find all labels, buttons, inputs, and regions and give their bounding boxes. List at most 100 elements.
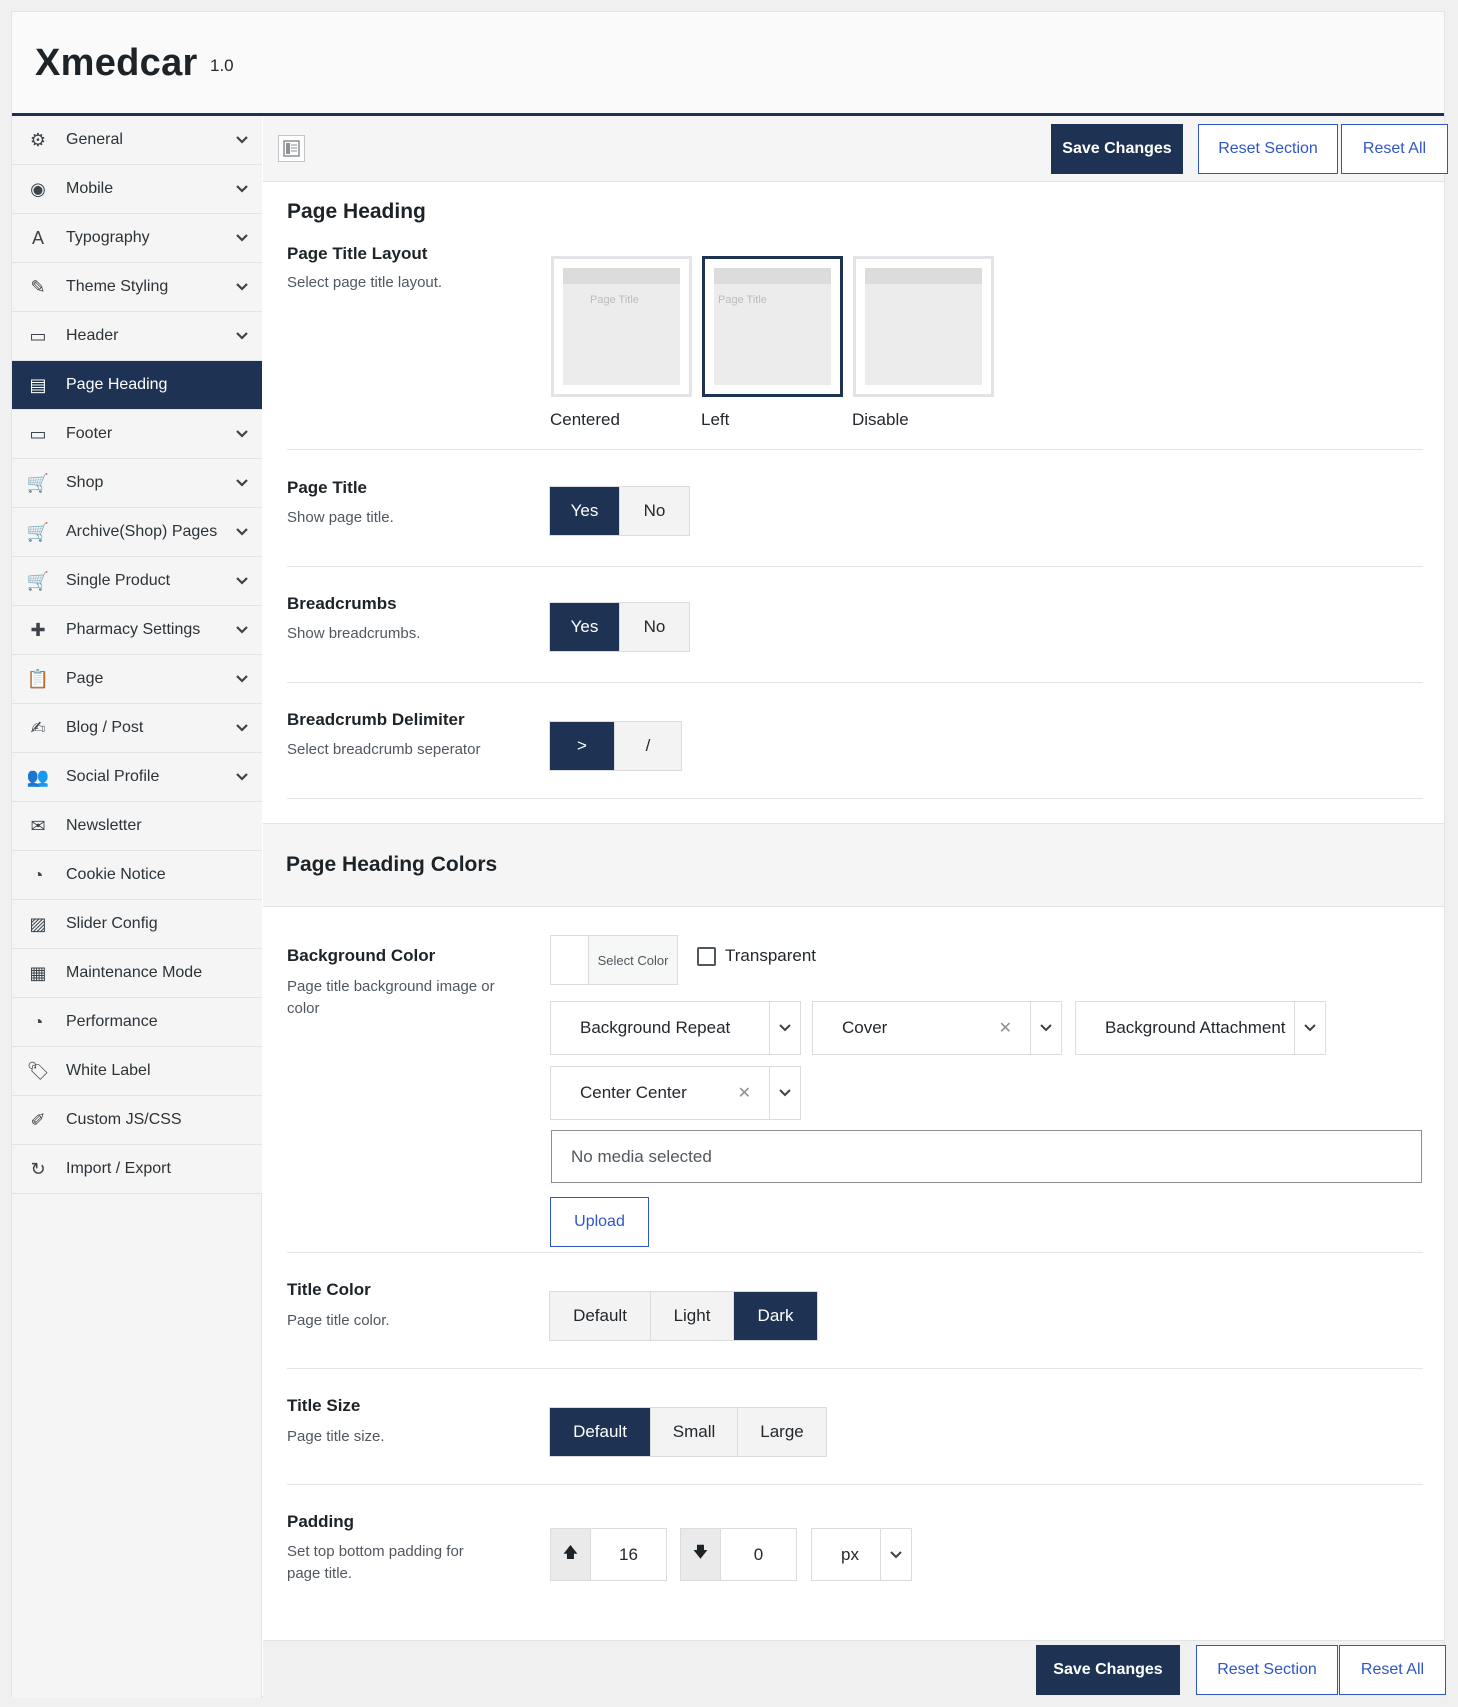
sidebar-item-import-export[interactable]: ↻ Import / Export: [12, 1145, 262, 1194]
title-size-default-option[interactable]: Default: [550, 1408, 651, 1456]
field-desc-title-size: Page title size.: [287, 1428, 385, 1445]
app-version: 1.0: [210, 56, 234, 75]
sidebar-item-header[interactable]: ▭ Header: [12, 312, 262, 361]
sidebar-item-white-label[interactable]: 🏷 White Label: [12, 1047, 262, 1096]
toolbar-top: Save Changes Reset Section Reset All: [263, 116, 1448, 182]
sidebar-item-label: Import / Export: [66, 1160, 171, 1177]
chevron-down-icon: [236, 626, 248, 634]
sidebar-item-slider-config[interactable]: ▨ Slider Config: [12, 900, 262, 949]
sidebar-item-page-heading[interactable]: ▤ Page Heading: [12, 361, 262, 410]
chevron-down-icon: [880, 1529, 911, 1580]
chevron-down-icon: [236, 577, 248, 585]
media-url-input[interactable]: No media selected: [551, 1130, 1422, 1183]
chevron-down-icon: [236, 430, 248, 438]
title-color-dark-option[interactable]: Dark: [734, 1292, 817, 1340]
sidebar-item-footer[interactable]: ▭ Footer: [12, 410, 262, 459]
transparent-checkbox-row: Transparent: [697, 946, 816, 966]
sidebar-item-social-profile[interactable]: 👥 Social Profile: [12, 753, 262, 802]
field-title-page-title: Page Title: [287, 478, 367, 497]
reset-all-button[interactable]: Reset All: [1339, 1645, 1446, 1695]
sidebar-item-mobile[interactable]: ◉ Mobile: [12, 165, 262, 214]
background-repeat-select[interactable]: Background Repeat: [550, 1001, 801, 1055]
expand-toggle-icon[interactable]: [278, 135, 305, 162]
sidebar-item-archive-shop-pages[interactable]: 🛒 Archive(Shop) Pages: [12, 508, 262, 557]
transparent-checkbox[interactable]: [697, 946, 716, 966]
clear-icon[interactable]: ✕: [738, 1083, 751, 1103]
layout-option-centered[interactable]: Page Title: [551, 256, 692, 397]
sidebar-item-page[interactable]: 📋 Page: [12, 655, 262, 704]
divider: [287, 1484, 1423, 1485]
sidebar-item-cookie-notice[interactable]: ◔ Cookie Notice: [12, 851, 262, 900]
delimiter-slash-option[interactable]: /: [615, 722, 681, 770]
clear-icon[interactable]: ✕: [999, 1018, 1012, 1038]
save-changes-button[interactable]: Save Changes: [1051, 124, 1183, 174]
sidebar-item-pharmacy-settings[interactable]: ✚ Pharmacy Settings: [12, 606, 262, 655]
reset-all-button[interactable]: Reset All: [1341, 124, 1448, 174]
layout-preview-text: Page Title: [718, 294, 767, 306]
sidebar-item-label: Header: [66, 327, 119, 344]
sidebar-item-newsletter[interactable]: ✉ Newsletter: [12, 802, 262, 851]
main-content: Save Changes Reset Section Reset All Pag…: [263, 116, 1448, 1698]
breadcrumbs-no-option[interactable]: No: [620, 603, 689, 651]
padding-unit-select[interactable]: px: [811, 1528, 912, 1581]
clipboard-icon: 📋: [26, 668, 50, 689]
chevron-down-icon: [236, 283, 248, 291]
reset-section-button[interactable]: Reset Section: [1196, 1645, 1338, 1695]
sidebar-item-label: Maintenance Mode: [66, 964, 203, 981]
users-icon: 👥: [26, 766, 50, 787]
footer-icon: ▭: [29, 423, 47, 444]
title-size-large-option[interactable]: Large: [738, 1408, 826, 1456]
background-position-select[interactable]: Center Center ✕: [550, 1066, 801, 1120]
layout-option-left[interactable]: Page Title: [702, 256, 843, 397]
sidebar-item-general[interactable]: ⚙ General: [12, 116, 262, 165]
delimiter-gt-option[interactable]: >: [550, 722, 615, 770]
sidebar-item-theme-styling[interactable]: ✎ Theme Styling: [12, 263, 262, 312]
chevron-down-icon: [1030, 1002, 1061, 1054]
breadcrumbs-yes-option[interactable]: Yes: [550, 603, 620, 651]
layout-option-disable[interactable]: [853, 256, 994, 397]
title-size-small-option[interactable]: Small: [651, 1408, 738, 1456]
refresh-icon: ↻: [30, 1158, 46, 1179]
layout-caption-left: Left: [701, 410, 730, 429]
cart-icon: 🛒: [26, 570, 50, 591]
envelope-icon: ✉: [30, 815, 46, 836]
image-icon: ▨: [29, 913, 47, 934]
chevron-down-icon: [236, 724, 248, 732]
sidebar-item-performance[interactable]: ◔ Performance: [12, 998, 262, 1047]
sidebar-item-label: Performance: [66, 1013, 158, 1030]
upload-button[interactable]: Upload: [550, 1197, 649, 1247]
field-desc-padding: Set top bottom padding for page title.: [287, 1543, 464, 1582]
title-color-light-option[interactable]: Light: [651, 1292, 734, 1340]
sidebar-item-blog-post[interactable]: ✍ Blog / Post: [12, 704, 262, 753]
padding-top-input[interactable]: 🡅 16: [550, 1528, 667, 1581]
padding-bottom-input[interactable]: 🡇 0: [680, 1528, 797, 1581]
field-desc-delimiter: Select breadcrumb seperator: [287, 741, 481, 758]
sidebar-item-label: Cookie Notice: [66, 866, 166, 883]
background-position-value: Center Center: [580, 1083, 687, 1102]
page-title-no-option[interactable]: No: [620, 487, 689, 535]
background-size-select[interactable]: Cover ✕: [812, 1001, 1062, 1055]
sidebar-item-label: Single Product: [66, 572, 171, 589]
field-desc-page-title: Show page title.: [287, 509, 394, 526]
sidebar-item-maintenance-mode[interactable]: ▦ Maintenance Mode: [12, 949, 262, 998]
reset-section-button[interactable]: Reset Section: [1198, 124, 1338, 174]
divider: [287, 682, 1423, 683]
sidebar-item-label: General: [66, 131, 123, 148]
sidebar-item-label: Mobile: [66, 180, 114, 197]
sidebar-item-typography[interactable]: A Typography: [12, 214, 262, 263]
title-color-default-option[interactable]: Default: [550, 1292, 651, 1340]
background-attachment-select[interactable]: Background Attachment: [1075, 1001, 1326, 1055]
sidebar-item-custom-js-css[interactable]: ✐ Custom JS/CSS: [12, 1096, 262, 1145]
page-title-yes-option[interactable]: Yes: [550, 487, 620, 535]
field-title-breadcrumbs: Breadcrumbs: [287, 594, 397, 613]
chevron-down-icon: [236, 675, 248, 683]
color-picker-button[interactable]: Select Color: [550, 935, 678, 985]
save-changes-button[interactable]: Save Changes: [1036, 1645, 1180, 1695]
title-size-toggle: Default Small Large: [549, 1407, 827, 1457]
sidebar-item-shop[interactable]: 🛒 Shop: [12, 459, 262, 508]
sidebar-item-single-product[interactable]: 🛒 Single Product: [12, 557, 262, 606]
sidebar-item-label: Archive(Shop) Pages: [66, 523, 218, 540]
chevron-down-icon: [236, 234, 248, 242]
media-placeholder: No media selected: [571, 1146, 712, 1166]
sidebar-item-label: Blog / Post: [66, 719, 144, 736]
